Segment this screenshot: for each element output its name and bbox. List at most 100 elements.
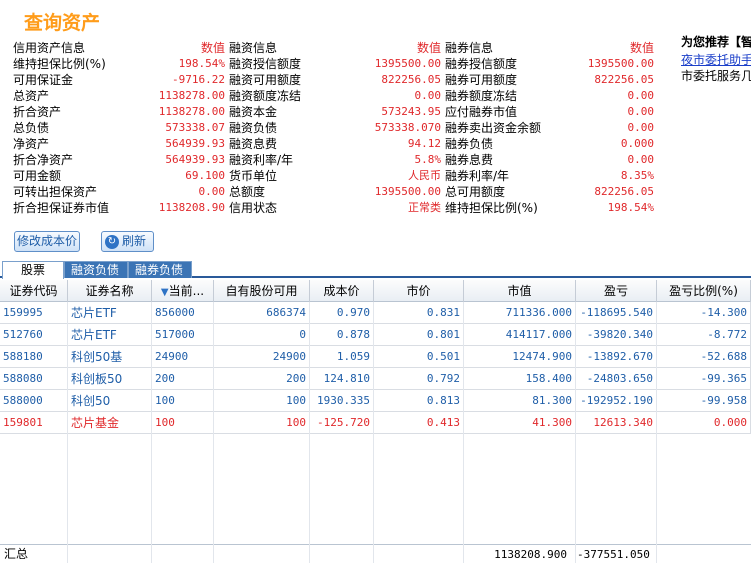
info-value: 573243.95 <box>381 105 441 118</box>
info-label: 总额度 <box>229 185 266 199</box>
cell-price: 0.413 <box>374 412 464 434</box>
grid-divider <box>575 302 576 563</box>
cell-code: 159801 <box>0 412 68 434</box>
info-value: 数值 <box>200 41 225 55</box>
cell-plr: -99.958 <box>657 390 751 412</box>
cell-avail: 0 <box>214 324 310 346</box>
table-row[interactable]: 588000 科创50 100 100 1930.335 0.813 81.300 -1929… <box>0 390 751 412</box>
info-row: 可用保证金 -9716.22 <box>13 72 229 88</box>
cell-name: 芯片基金 <box>68 412 152 434</box>
info-label: 可用金额 <box>13 169 62 183</box>
table-row[interactable]: 588080 科创板50 200 200 124.810 0.792 158.400 -248… <box>0 368 751 390</box>
cell-name: 芯片ETF <box>68 324 152 346</box>
column-header[interactable]: ▼当前... <box>152 280 214 302</box>
info-label: 融券可用额度 <box>445 73 518 87</box>
position-tabs: 股票 融资负债 融券负债 <box>0 260 751 279</box>
recommend-text: 市委托服务几 <box>681 69 751 83</box>
table-row[interactable]: 159995 芯片ETF 856000 686374 0.970 0.831 711336.… <box>0 302 751 324</box>
column-header[interactable]: 证券名称 <box>68 280 152 302</box>
cell-pl: -118695.540 <box>576 302 657 324</box>
table-row[interactable]: 588180 科创50基 24900 24900 1.059 0.501 12474.900… <box>0 346 751 368</box>
column-header-label: 盈亏比例(%) <box>669 284 738 298</box>
column-header[interactable]: 证券代码 <box>0 280 68 302</box>
info-row: 融资息费 94.12 <box>229 136 445 152</box>
cell-pl: -13892.670 <box>576 346 657 368</box>
cell-pl: -39820.340 <box>576 324 657 346</box>
cell-mv: 12474.900 <box>464 346 576 368</box>
info-row: 净资产 564939.93 <box>13 136 229 152</box>
info-value: 5.8% <box>414 153 442 166</box>
cell-pl: 12613.340 <box>576 412 657 434</box>
tab-financing-debt[interactable]: 融资负债 <box>64 261 128 278</box>
night-order-link[interactable]: 夜市委托助手 <box>681 52 751 68</box>
table-total-row: 汇总 1138208.900 -377551.050 <box>0 544 751 563</box>
info-label: 融券利率/年 <box>445 169 510 183</box>
cell-code: 588180 <box>0 346 68 368</box>
recommend-panel: 为您推荐【智 夜市委托助手 市委托服务几 <box>681 33 751 84</box>
info-value: 数值 <box>416 41 441 55</box>
info-label: 折合净资产 <box>13 153 74 167</box>
info-value: 0.00 <box>414 89 442 102</box>
cell-cost: 0.878 <box>310 324 374 346</box>
cell-price: 0.792 <box>374 368 464 390</box>
info-value: 822256.05 <box>594 73 654 86</box>
total-profit-loss: -377551.050 <box>577 548 650 561</box>
securities-lending-column: 融券信息 数值 融券授信额度 1395500.00 融券可用额度 822256.05 融券额… <box>445 40 658 216</box>
info-label: 融资本金 <box>229 105 278 119</box>
info-label: 维持担保比例(%) <box>445 201 538 215</box>
info-label: 应付融券市值 <box>445 105 518 119</box>
cell-cost: 1930.335 <box>310 390 374 412</box>
holdings-table: 证券代码 证券名称 ▼当前... 自有股份可用 成本价 市价 市值 盈亏 盈亏比例(%) 159… <box>0 280 751 563</box>
info-label: 融券授信额度 <box>445 57 518 71</box>
info-value: 数值 <box>629 41 654 55</box>
column-header[interactable]: 自有股份可用 <box>214 280 310 302</box>
cell-qty: 517000 <box>152 324 214 346</box>
info-label: 融券额度冻结 <box>445 89 518 103</box>
sort-desc-icon: ▼ <box>160 287 169 298</box>
table-row[interactable]: 159801 芯片基金 100 100 -125.720 0.413 41.300 12613… <box>0 412 751 434</box>
tab-stocks[interactable]: 股票 <box>2 261 64 279</box>
info-row: 总负债 573338.07 <box>13 120 229 136</box>
modify-cost-button[interactable]: 修改成本价 <box>14 231 80 252</box>
info-value: 1395500.00 <box>374 185 441 198</box>
info-label: 可转出担保资产 <box>13 185 98 199</box>
column-header[interactable]: 成本价 <box>310 280 374 302</box>
cell-mv: 414117.000 <box>464 324 576 346</box>
column-header[interactable]: 市值 <box>464 280 576 302</box>
info-row: 可用金额 69.100 <box>13 168 229 184</box>
column-header-label: 成本价 <box>323 284 360 298</box>
info-value: 198.54% <box>607 201 654 214</box>
info-value: 0.00 <box>627 121 655 134</box>
info-row: 总额度 1395500.00 <box>229 184 445 200</box>
refresh-button[interactable]: ↻ 刷新 <box>101 231 154 252</box>
info-value: 573338.070 <box>374 121 441 134</box>
info-value: 564939.93 <box>165 137 225 150</box>
cell-plr: -99.365 <box>657 368 751 390</box>
recommend-heading: 为您推荐【智 <box>681 35 751 49</box>
info-label: 融资信息 <box>229 41 278 55</box>
cell-code: 588080 <box>0 368 68 390</box>
info-value: 8.35% <box>620 169 654 182</box>
cell-plr: -8.772 <box>657 324 751 346</box>
info-label: 融券息费 <box>445 153 494 167</box>
info-row: 融资负债 573338.070 <box>229 120 445 136</box>
cell-avail: 100 <box>214 412 310 434</box>
cell-code: 588000 <box>0 390 68 412</box>
tab-lending-debt[interactable]: 融券负债 <box>128 261 192 278</box>
cell-qty: 100 <box>152 412 214 434</box>
column-header[interactable]: 盈亏比例(%) <box>657 280 751 302</box>
info-label: 融资负债 <box>229 121 278 135</box>
info-row: 货币单位 人民币 <box>229 168 445 184</box>
cell-qty: 24900 <box>152 346 214 368</box>
info-label: 融券卖出资金余额 <box>445 121 542 135</box>
grid-divider <box>151 302 152 563</box>
info-row: 总可用额度 822256.05 <box>445 184 658 200</box>
info-label: 维持担保比例(%) <box>13 57 106 71</box>
info-label: 净资产 <box>13 137 50 151</box>
info-row: 维持担保比例(%) 198.54% <box>445 200 658 216</box>
column-header[interactable]: 市价 <box>374 280 464 302</box>
table-row[interactable]: 512760 芯片ETF 517000 0 0.878 0.801 414117.000 -3… <box>0 324 751 346</box>
column-header-label: 市价 <box>406 284 431 298</box>
info-label: 总资产 <box>13 89 50 103</box>
column-header[interactable]: 盈亏 <box>576 280 657 302</box>
